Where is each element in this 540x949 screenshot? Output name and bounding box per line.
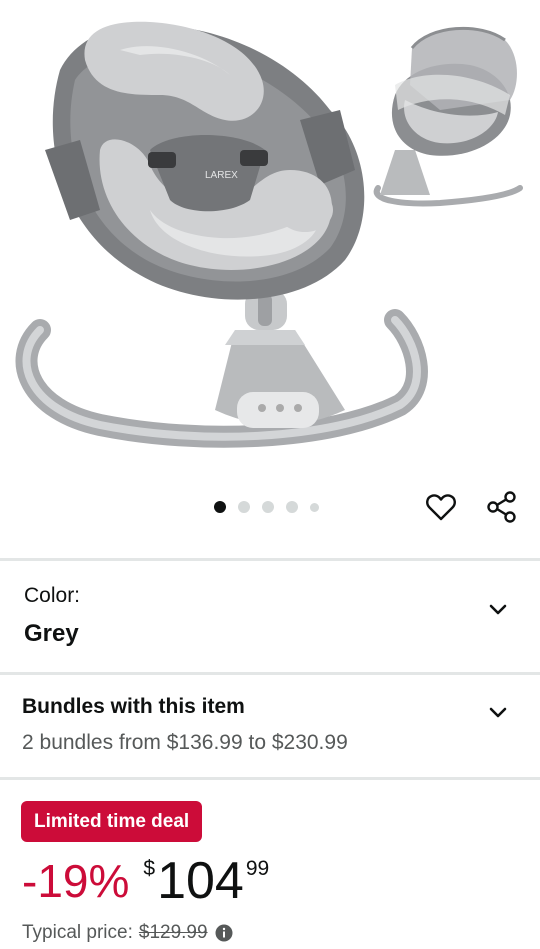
share-button[interactable] (484, 489, 520, 525)
chevron-down-icon[interactable] (486, 701, 510, 725)
product-image-carousel[interactable]: LAREX (0, 0, 540, 480)
divider (0, 777, 540, 780)
deal-badge: Limited time deal (21, 801, 203, 842)
divider (0, 558, 540, 561)
price-symbol: $ (143, 857, 156, 880)
price-block: -19% $ 104 99 (22, 846, 269, 916)
carousel-indicator (214, 500, 319, 514)
discount-percent: -19% (22, 855, 130, 907)
bundles-section[interactable]: Bundles with this item 2 bundles from $1… (0, 675, 540, 777)
color-label: Color: (24, 584, 81, 607)
bundles-title: Bundles with this item (22, 695, 245, 718)
carousel-dot-4[interactable] (286, 501, 298, 513)
brand-mark: LAREX (205, 170, 238, 181)
bundles-subtitle: 2 bundles from $136.99 to $230.99 (22, 731, 348, 754)
heart-outline-icon (426, 494, 456, 521)
price: $ 104 99 (143, 846, 269, 916)
chevron-down-icon[interactable] (486, 598, 510, 622)
share-icon (487, 491, 516, 523)
color-selector[interactable]: Color: Grey (0, 562, 540, 672)
typical-price-label: Typical price: (22, 922, 133, 943)
color-value: Grey (24, 620, 79, 647)
carousel-dot-2[interactable] (238, 501, 250, 513)
wishlist-button[interactable] (425, 491, 457, 523)
typical-price-value: $129.99 (138, 922, 208, 943)
price-fraction: 99 (245, 857, 270, 880)
info-icon[interactable] (215, 924, 233, 942)
price-whole: 104 (157, 852, 244, 910)
baby-swing-image: LAREX (15, 21, 523, 448)
typical-price-line: Typical price: $129.99 (22, 922, 233, 944)
carousel-dot-5[interactable] (310, 502, 319, 512)
carousel-dot-1[interactable] (214, 501, 226, 513)
carousel-dot-3[interactable] (262, 501, 274, 513)
